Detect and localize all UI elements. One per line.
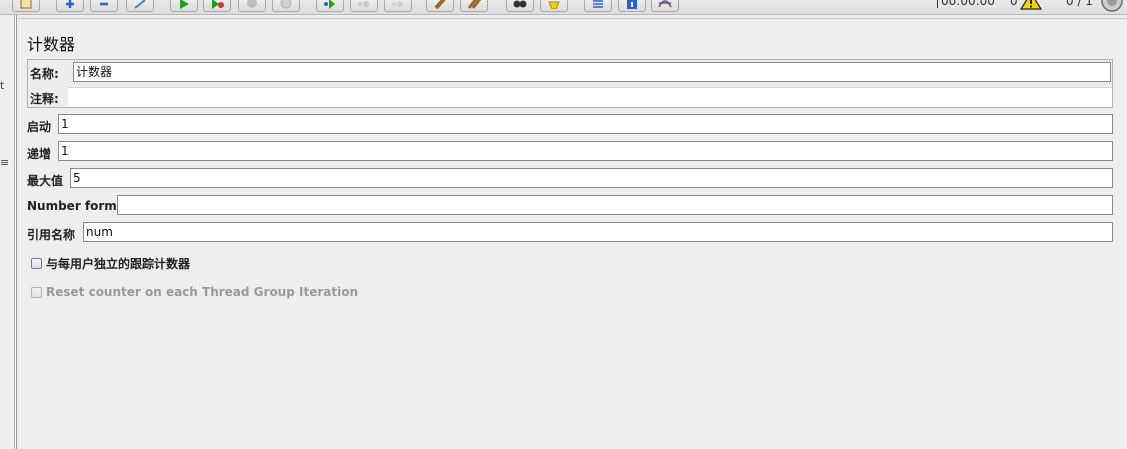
templates-icon — [19, 0, 33, 9]
split-pane-divider[interactable] — [15, 15, 17, 449]
search-button[interactable] — [506, 0, 534, 12]
remote-shutdown-button[interactable] — [384, 0, 412, 12]
start-no-pauses-button[interactable] — [203, 0, 231, 12]
clear-icon — [433, 0, 447, 9]
number-format-label: Number format — [27, 199, 131, 213]
page-title: 计数器 — [27, 35, 76, 54]
clear-all-button[interactable] — [460, 0, 488, 12]
start-button[interactable] — [170, 0, 198, 12]
shutdown-icon — [279, 0, 293, 9]
clear-button[interactable] — [426, 0, 454, 12]
increment-label: 递增 — [27, 147, 52, 161]
remote-stop-icon — [357, 0, 371, 9]
max-value-label: 最大值 — [27, 174, 64, 188]
search-icon — [513, 0, 527, 9]
remote-shutdown-icon — [391, 0, 405, 9]
reset-counter-checkbox-label[interactable]: Reset counter on each Thread Group Itera… — [46, 285, 358, 299]
reset-counter-option[interactable]: Reset counter on each Thread Group Itera… — [31, 285, 358, 299]
name-field[interactable]: 计数器 — [73, 62, 1111, 82]
remote-stop-button[interactable] — [350, 0, 378, 12]
help-button[interactable] — [618, 0, 646, 12]
tree-fragment-1: t — [0, 79, 5, 92]
jmeter-window: 00:00:00 0 0 / 1 t ≡ 计数器 名称: 计数器 注释: 启动 … — [0, 0, 1127, 449]
function-helper-icon — [591, 0, 605, 9]
start-no-pauses-icon — [210, 0, 224, 9]
elapsed-timer: 00:00:00 — [937, 0, 995, 8]
start-label: 启动 — [27, 120, 52, 134]
per-user-checkbox[interactable] — [31, 258, 42, 269]
log-viewer-button[interactable] — [651, 0, 679, 12]
warning-icon[interactable] — [1019, 0, 1043, 13]
start-icon — [177, 0, 191, 9]
remote-start-icon — [323, 0, 337, 9]
thread-count: 0 / 1 — [1066, 0, 1093, 8]
start-field[interactable]: 1 — [58, 114, 1113, 134]
reference-name-field[interactable]: num — [83, 222, 1113, 242]
comments-field[interactable] — [68, 87, 1112, 107]
stop-button[interactable] — [238, 0, 266, 12]
toggle-button[interactable] — [126, 0, 154, 12]
stop-icon — [245, 0, 259, 9]
name-label: 名称: — [30, 67, 59, 81]
function-helper-button[interactable] — [584, 0, 612, 12]
status-indicator-icon — [1101, 0, 1123, 14]
remote-start-button[interactable] — [316, 0, 344, 12]
reset-search-button[interactable] — [540, 0, 568, 12]
clear-all-icon — [467, 0, 481, 9]
counter-config-panel: 计数器 名称: 计数器 注释: 启动 1 递增 1 最大值 5 Number f… — [18, 18, 1127, 449]
collapse-all-button[interactable] — [90, 0, 118, 12]
expand-all-button[interactable] — [56, 0, 84, 12]
max-value-field[interactable]: 5 — [70, 168, 1113, 188]
log-viewer-icon — [658, 0, 672, 9]
comments-label: 注释: — [30, 92, 59, 106]
toggle-icon — [133, 0, 147, 9]
test-plan-tree[interactable]: t ≡ — [0, 15, 15, 449]
per-user-checkbox-label[interactable]: 与每用户独立的跟踪计数器 — [46, 255, 190, 272]
collapse-all-icon — [97, 0, 111, 9]
error-count: 0 — [1010, 0, 1018, 8]
number-format-field[interactable] — [117, 195, 1113, 215]
reference-name-label: 引用名称 — [27, 228, 76, 242]
templates-button[interactable] — [12, 0, 40, 12]
reset-counter-checkbox[interactable] — [31, 286, 42, 298]
toolbar: 00:00:00 0 0 / 1 — [0, 0, 1127, 15]
per-user-counter-option[interactable]: 与每用户独立的跟踪计数器 — [31, 255, 190, 272]
tree-fragment-2: ≡ — [0, 156, 10, 169]
reset-search-icon — [547, 0, 561, 9]
shutdown-button[interactable] — [272, 0, 300, 12]
increment-field[interactable]: 1 — [58, 141, 1113, 161]
name-comment-group: 名称: 计数器 注释: — [27, 59, 1113, 108]
help-icon — [625, 0, 639, 9]
expand-all-icon — [63, 0, 77, 9]
